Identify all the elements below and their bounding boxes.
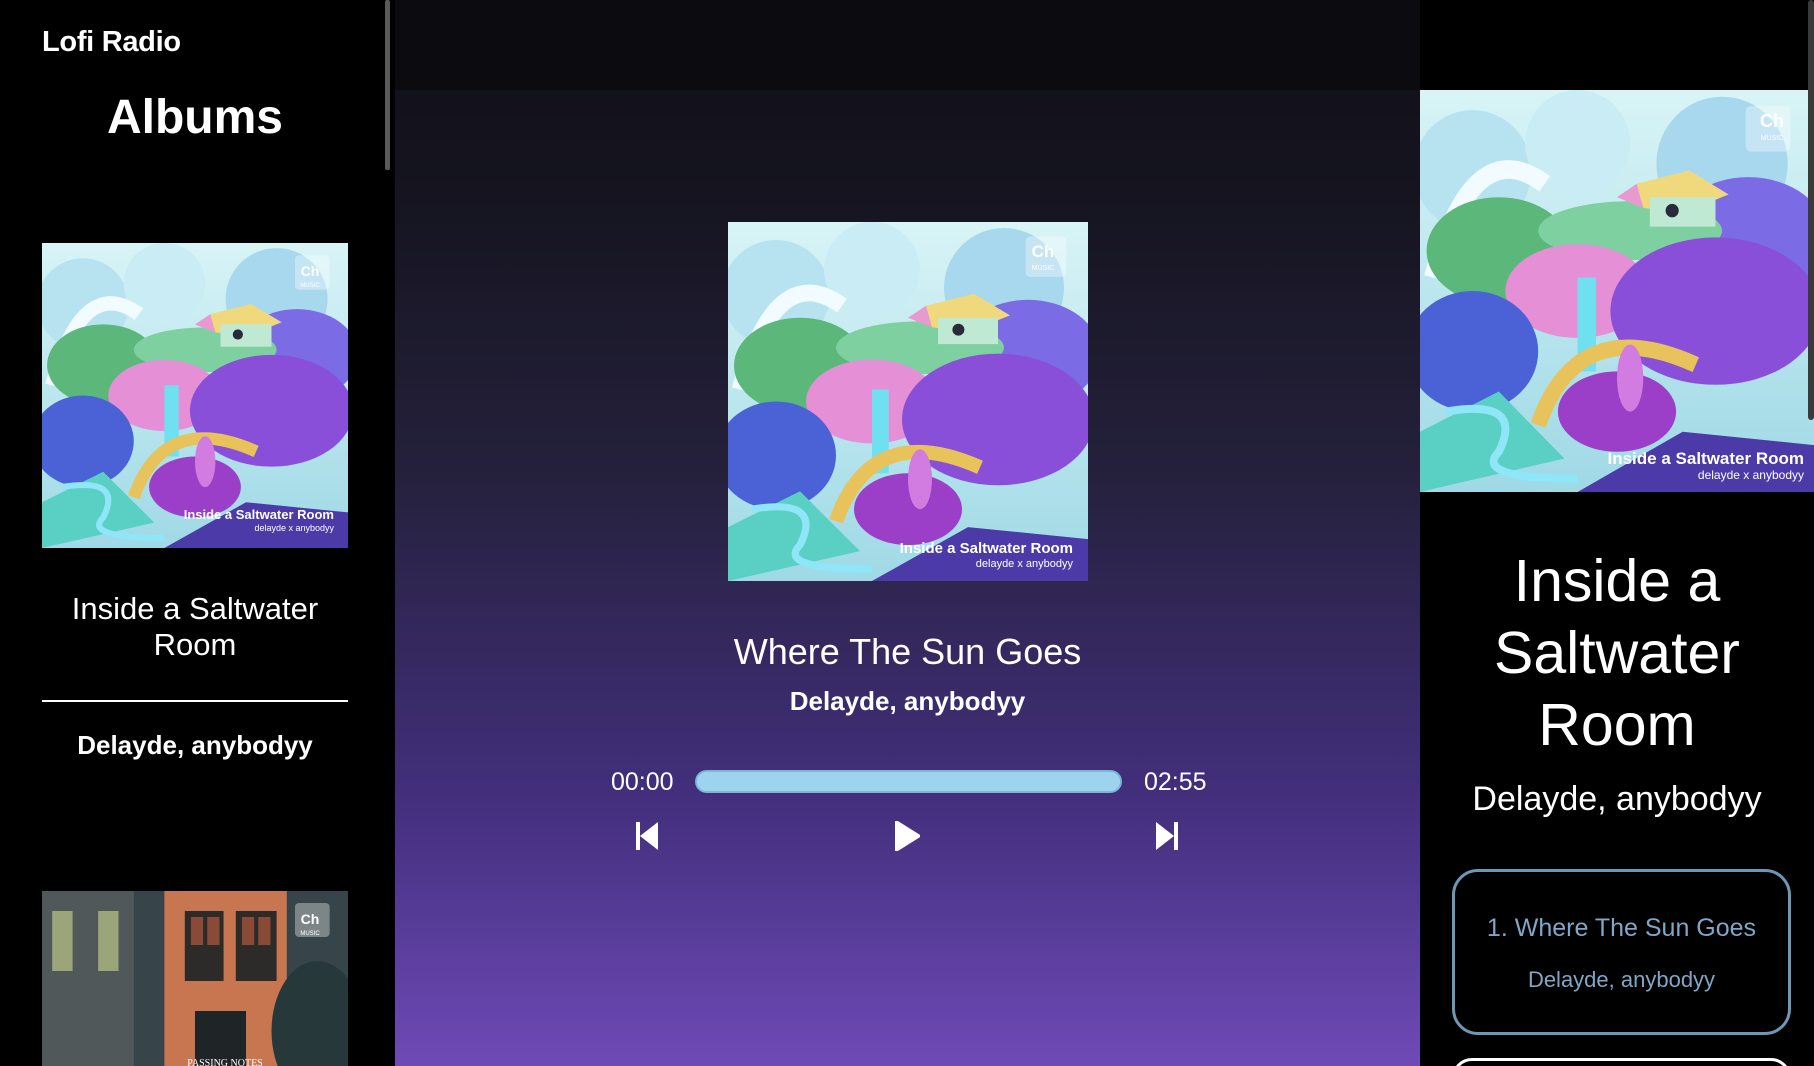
- album-detail-cover-subcaption: delayde x anybodyy: [1698, 468, 1804, 482]
- play-icon: [895, 821, 920, 851]
- album-detail-cover-caption: Inside a Saltwater Room: [1608, 449, 1805, 468]
- album-cover-caption: PASSING NOTES: [187, 1058, 262, 1066]
- album-title[interactable]: Inside a Saltwater Room: [42, 591, 348, 663]
- track-list-item-title: 1. Where The Sun Goes: [1486, 914, 1757, 942]
- previous-track-button[interactable]: [627, 816, 667, 856]
- album-cover-caption: Inside a Saltwater Room: [184, 507, 334, 522]
- album-card[interactable]: Inside a Saltwater Room delayde x anybod…: [42, 243, 348, 761]
- progress-fill: [695, 770, 1122, 793]
- now-playing-cover-badge: Ch: [1032, 242, 1055, 261]
- album-detail-cover: Inside a Saltwater Room delayde x anybod…: [1420, 90, 1814, 492]
- sidebar-scrollbar[interactable]: [385, 0, 390, 170]
- now-playing-cover-badge-sub: MUSIC: [1032, 265, 1055, 272]
- albums-sidebar: Lofi Radio Albums Inside a Saltwater Roo…: [0, 0, 395, 1066]
- album-cover-badge-sub: MUSIC: [300, 283, 320, 289]
- next-track-button[interactable]: [1147, 816, 1187, 856]
- app-brand[interactable]: Lofi Radio: [42, 26, 181, 59]
- album-artist: Delayde, anybodyy: [77, 730, 313, 760]
- now-playing-title: Where The Sun Goes: [733, 631, 1082, 672]
- album-cover-subcaption: delayde x anybodyy: [254, 523, 334, 533]
- now-playing-artist: Delayde, anybodyy: [789, 686, 1026, 716]
- album-cover-image[interactable]: PASSING NOTES Ch MUSIC: [42, 891, 348, 1066]
- current-time: 00:00: [611, 768, 674, 796]
- album-cover-badge-sub: MUSIC: [300, 931, 320, 937]
- album-cover-badge: Ch: [301, 263, 320, 279]
- album-detail-artist: Delayde, anybodyy: [1472, 780, 1762, 818]
- skip-next-icon: [1156, 822, 1178, 850]
- track-list-item[interactable]: [1452, 1058, 1791, 1066]
- album-detail-title: Inside a Saltwater Room: [1494, 548, 1740, 758]
- album-card[interactable]: PASSING NOTES Ch MUSIC: [42, 891, 348, 1066]
- player-topbar: [395, 0, 1420, 90]
- play-button[interactable]: [887, 816, 927, 856]
- album-cover-badge: Ch: [301, 911, 320, 927]
- skip-previous-icon: [636, 822, 658, 850]
- album-cover-image[interactable]: Inside a Saltwater Room delayde x anybod…: [42, 243, 348, 548]
- album-detail-cover-badge: Ch: [1760, 111, 1784, 131]
- album-panel-scrollbar[interactable]: [1808, 0, 1814, 420]
- player-panel: Inside a Saltwater Room delayde x anybod…: [395, 0, 1420, 1066]
- now-playing-cover-caption: Inside a Saltwater Room: [900, 540, 1073, 557]
- progress-bar[interactable]: [695, 770, 1122, 793]
- now-playing-cover-subcaption: delayde x anybodyy: [976, 558, 1074, 570]
- album-detail-panel: Inside a Saltwater Room delayde x anybod…: [1420, 0, 1814, 1066]
- total-time: 02:55: [1144, 768, 1207, 796]
- track-list-item-artist: Delayde, anybodyy: [1527, 967, 1716, 992]
- album-detail-cover-badge-sub: MUSIC: [1761, 135, 1784, 142]
- track-list-item[interactable]: 1. Where The Sun Goes Delayde, anybodyy: [1452, 869, 1791, 1035]
- album-divider: [42, 700, 348, 702]
- albums-heading: Albums: [106, 91, 283, 144]
- now-playing-cover: Inside a Saltwater Room delayde x anybod…: [728, 222, 1088, 581]
